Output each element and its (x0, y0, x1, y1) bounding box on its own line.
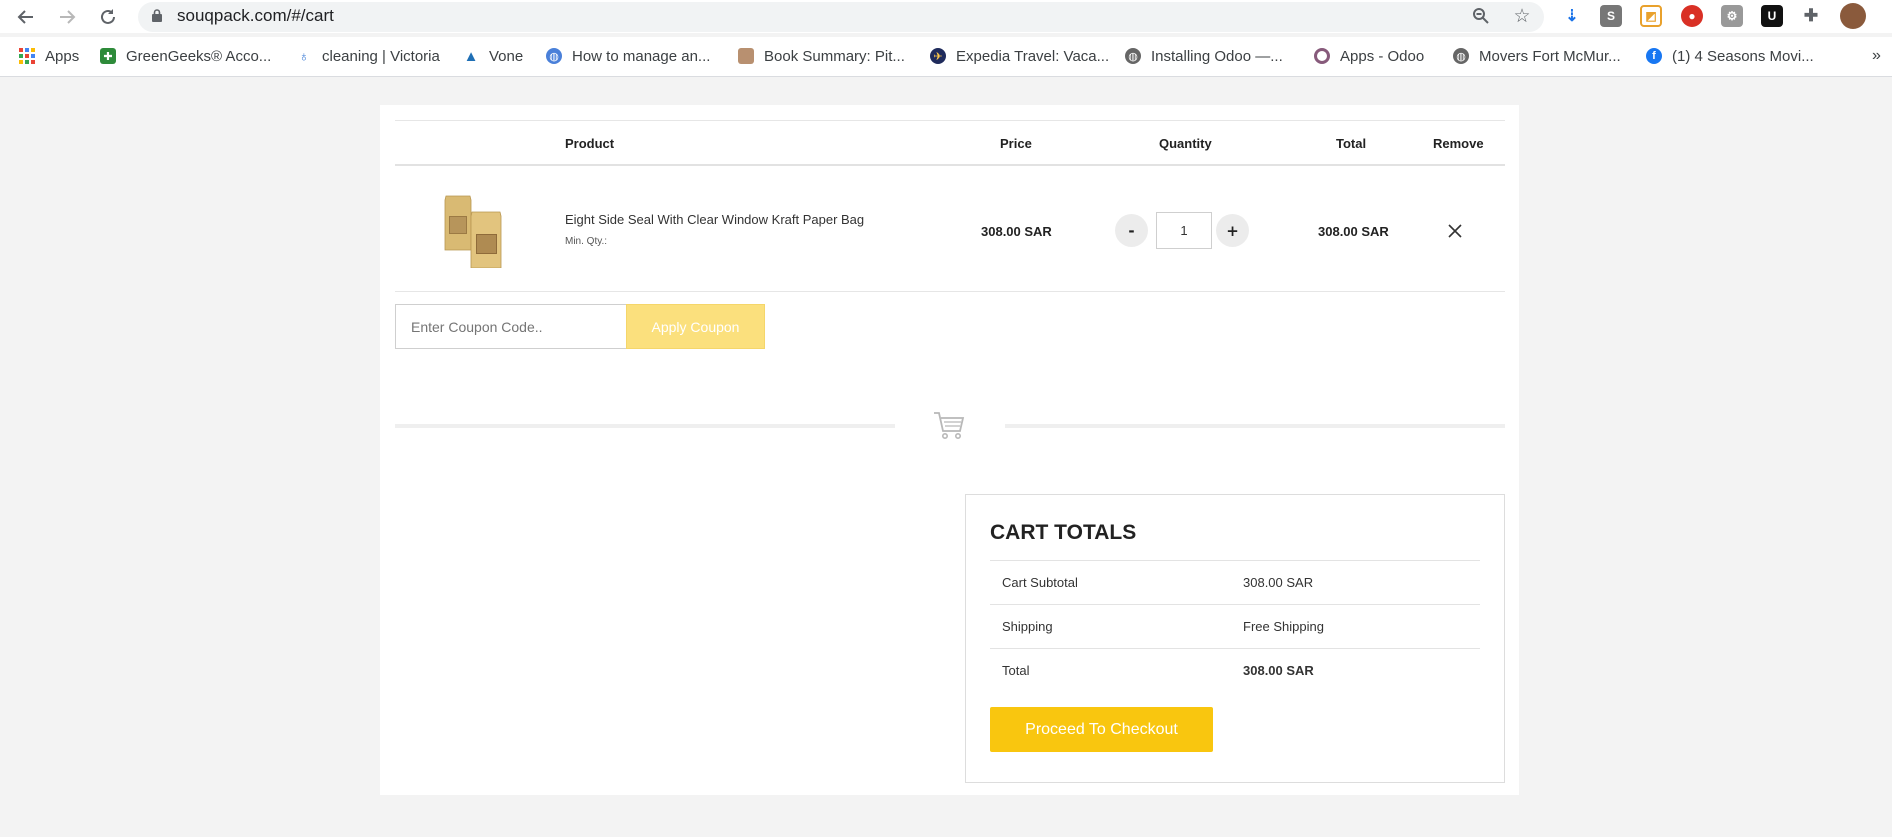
url-text[interactable]: souqpack.com/#/cart (177, 6, 334, 26)
bookmark-installing-odoo[interactable]: ◍ Installing Odoo —... (1125, 45, 1283, 67)
divider-right (1005, 424, 1505, 428)
bookmark-label: cleaning | Victoria (322, 47, 440, 65)
bookmark-label: Movers Fort McMur... (1479, 47, 1621, 65)
bookmark-label: Book Summary: Pit... (764, 47, 905, 65)
header-total: Total (1336, 136, 1367, 151)
proceed-to-checkout-button[interactable]: Proceed To Checkout (990, 707, 1213, 752)
star-bookmark-icon[interactable]: ☆ (1511, 5, 1533, 27)
coupon-code-input[interactable] (395, 304, 627, 349)
product-min-qty: Min. Qty.: (565, 236, 608, 247)
cart-table-header: Product Price Quantity Total Remove (395, 120, 1505, 166)
bookmarks-overflow-icon[interactable]: » (1872, 45, 1881, 67)
shipping-value: Free Shipping (1243, 619, 1324, 634)
bookmark-cleaning[interactable]: ♁ cleaning | Victoria (296, 45, 440, 67)
subtotal-label: Cart Subtotal (1002, 575, 1078, 590)
total-label: Total (1002, 663, 1030, 678)
puzzle-extensions-icon[interactable]: ✚ (1800, 5, 1822, 27)
browser-toolbar: souqpack.com/#/cart ☆ ⇣ S ◩ ● ⚙ U ✚ (0, 0, 1892, 33)
header-price: Price (1000, 136, 1032, 151)
bookmark-4-seasons[interactable]: f (1) 4 Seasons Movi... (1646, 45, 1814, 67)
bookmark-label: Apps (45, 47, 80, 65)
profile-avatar[interactable] (1840, 3, 1866, 29)
bookmark-label: (1) 4 Seasons Movi... (1672, 47, 1814, 65)
subtotal-value: 308.00 SAR (1243, 575, 1314, 590)
bookmark-label: GreenGeeks® Acco... (126, 47, 272, 65)
bookmark-label: Apps - Odoo (1340, 47, 1425, 65)
divider-left (395, 424, 895, 428)
download-extension-icon[interactable]: ⇣ (1561, 5, 1583, 27)
expedia-icon: ✈ (930, 48, 946, 64)
globe-icon: ◍ (1125, 48, 1141, 64)
bookmark-label: How to manage an... (572, 47, 711, 65)
bookmark-expedia[interactable]: ✈ Expedia Travel: Vaca... (930, 45, 1109, 67)
product-name[interactable]: Eight Side Seal With Clear Window Kraft … (565, 212, 864, 227)
header-quantity: Quantity (1159, 136, 1212, 151)
u-extension-icon[interactable]: U (1761, 5, 1783, 27)
shipping-row: Shipping Free Shipping (990, 604, 1480, 648)
cart-totals-title: CART TOTALS (990, 521, 1137, 544)
vone-icon: ▲ (463, 47, 479, 65)
remove-item-icon[interactable] (1446, 222, 1464, 240)
bookmark-movers[interactable]: ◍ Movers Fort McMur... (1453, 45, 1621, 67)
quantity-increment-button[interactable]: + (1216, 214, 1249, 247)
apps-grid-icon (19, 48, 35, 64)
bookmarks-bar: Apps ✚ GreenGeeks® Acco... ♁ cleaning | … (0, 37, 1892, 77)
bookmark-apps[interactable]: Apps (19, 45, 79, 67)
reload-icon[interactable] (95, 4, 121, 30)
lock-icon (152, 9, 162, 22)
bookmark-how-to-manage[interactable]: ◍ How to manage an... (546, 45, 710, 67)
back-arrow-icon[interactable] (13, 4, 39, 30)
product-price: 308.00 SAR (981, 224, 1052, 239)
cart-panel: Product Price Quantity Total Remove Eigh… (380, 105, 1519, 795)
greengeeks-icon: ✚ (100, 48, 116, 64)
apply-coupon-button[interactable]: Apply Coupon (626, 304, 765, 349)
bookmark-label: Expedia Travel: Vaca... (956, 47, 1110, 65)
product-image[interactable] (440, 186, 510, 268)
total-value: 308.00 SAR (1243, 663, 1314, 678)
subtotal-row: Cart Subtotal 308.00 SAR (990, 560, 1480, 604)
quantity-decrement-button[interactable]: - (1115, 214, 1148, 247)
color-extension-icon[interactable]: ◩ (1640, 5, 1662, 27)
s-extension-icon[interactable]: S (1600, 5, 1622, 27)
cleaning-icon: ♁ (298, 48, 310, 64)
globe-icon: ◍ (1453, 48, 1469, 64)
address-bar[interactable] (138, 2, 1544, 32)
facebook-icon: f (1646, 48, 1662, 64)
forward-arrow-icon[interactable] (54, 4, 80, 30)
globe-icon: ◍ (546, 48, 562, 64)
zoom-icon[interactable] (1470, 5, 1492, 27)
cart-totals-box: CART TOTALS Cart Subtotal 308.00 SAR Shi… (965, 494, 1505, 783)
hubspot-extension-icon[interactable]: ⚙ (1721, 5, 1743, 27)
header-product: Product (565, 136, 615, 151)
bookmark-book-summary[interactable]: Book Summary: Pit... (738, 45, 905, 67)
shipping-label: Shipping (1002, 619, 1053, 634)
record-extension-icon[interactable]: ● (1681, 5, 1703, 27)
quantity-input[interactable] (1156, 212, 1212, 249)
bookmark-label: Installing Odoo —... (1151, 47, 1283, 65)
bookmark-label: Vone (489, 47, 524, 65)
bookmark-vone[interactable]: ▲ Vone (463, 45, 524, 67)
odoo-icon (1314, 48, 1330, 64)
total-row: Total 308.00 SAR (990, 648, 1480, 692)
shopping-cart-icon (934, 412, 965, 439)
cart-item-row: Eight Side Seal With Clear Window Kraft … (395, 166, 1505, 292)
book-icon (738, 48, 754, 64)
bookmark-greengeeks[interactable]: ✚ GreenGeeks® Acco... (100, 45, 271, 67)
product-total: 308.00 SAR (1318, 224, 1389, 239)
header-remove: Remove (1433, 136, 1484, 151)
bookmark-apps-odoo[interactable]: Apps - Odoo (1314, 45, 1424, 67)
